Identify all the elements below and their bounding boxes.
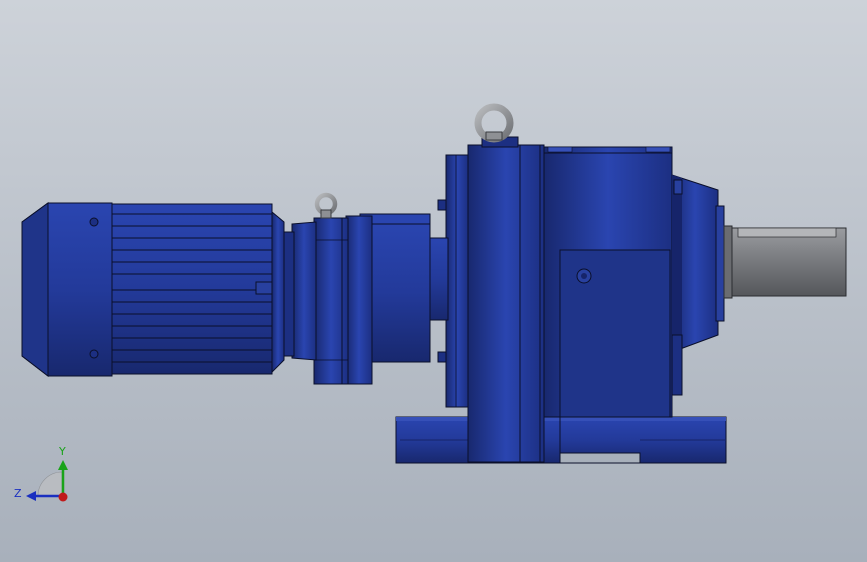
motor[interactable] xyxy=(21,202,285,378)
screw-icon xyxy=(89,349,99,359)
z-axis-label: Z xyxy=(14,487,22,500)
output-shaft[interactable] xyxy=(723,225,847,299)
planetary-stage[interactable] xyxy=(283,213,449,385)
cad-viewport[interactable]: Y Z xyxy=(0,0,867,562)
foot-mount[interactable] xyxy=(395,416,727,464)
screw-icon xyxy=(89,217,99,227)
y-axis-label: Y xyxy=(58,445,66,458)
x-axis-point xyxy=(58,492,68,502)
